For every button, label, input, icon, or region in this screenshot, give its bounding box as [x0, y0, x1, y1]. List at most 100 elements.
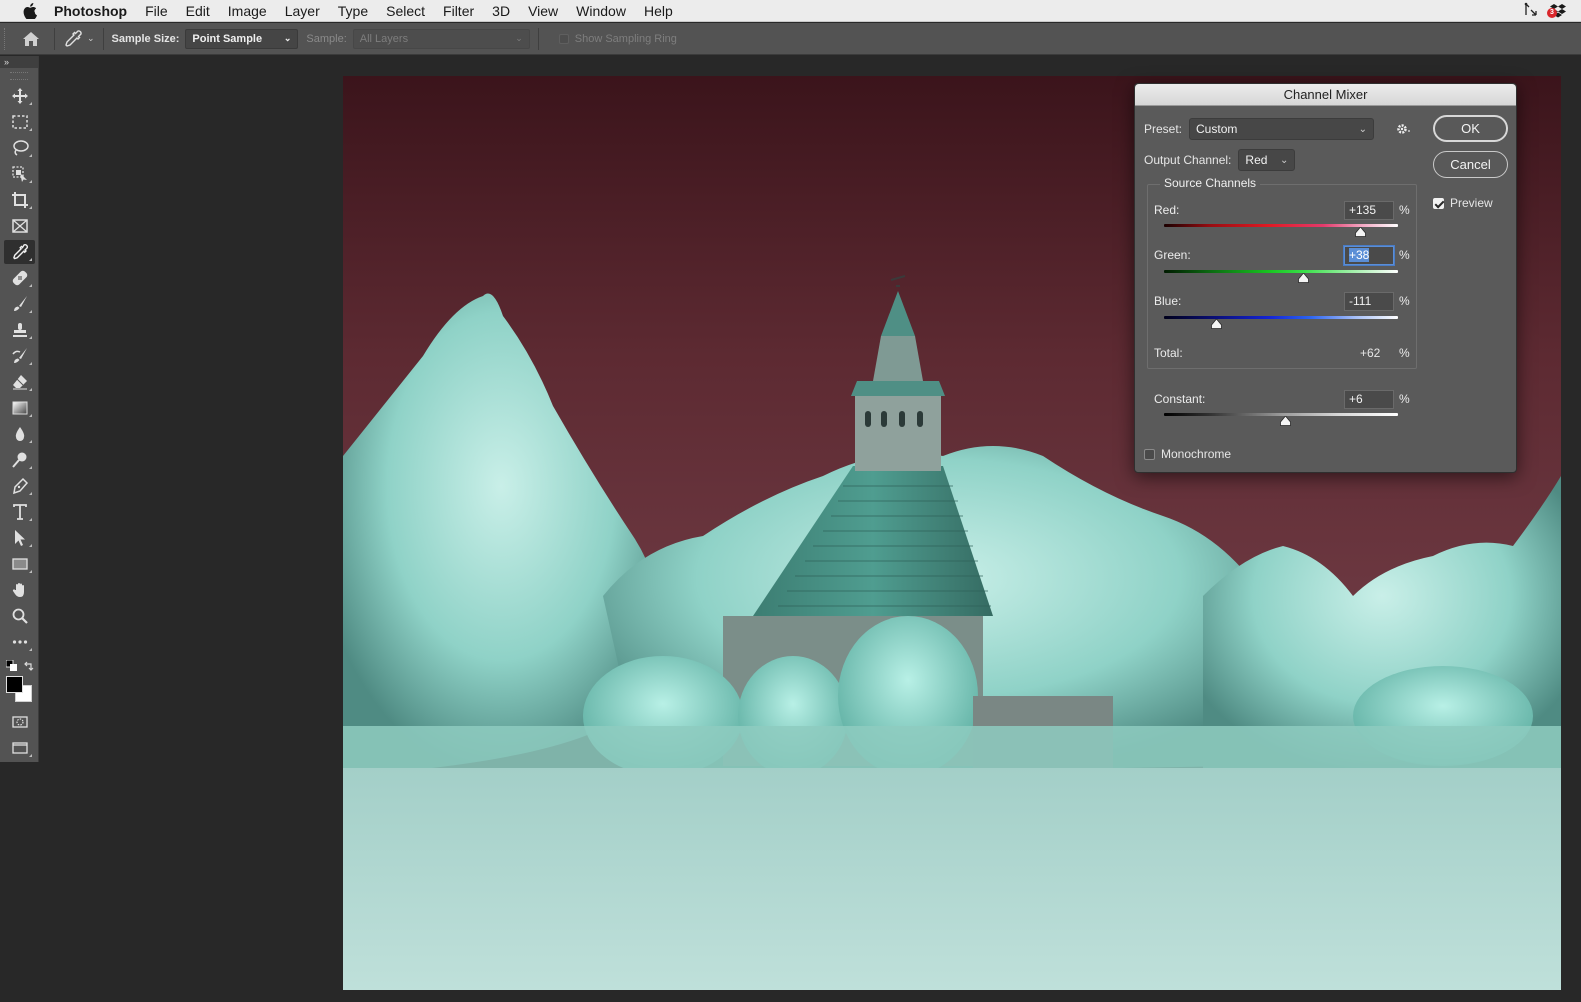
crop-tool[interactable]	[4, 188, 35, 212]
gradient-tool[interactable]	[4, 396, 35, 420]
hedge	[343, 726, 1561, 771]
brush-tool[interactable]	[4, 292, 35, 316]
lasso-tool[interactable]	[4, 136, 35, 160]
preview-label: Preview	[1450, 196, 1493, 210]
collapse-toolbar-button[interactable]: »	[0, 56, 38, 68]
red-slider-thumb[interactable]	[1355, 227, 1366, 237]
pen-tool[interactable]	[4, 474, 35, 498]
menu-bar: Photoshop File Edit Image Layer Type Sel…	[0, 0, 1581, 22]
eyedropper-tool[interactable]	[4, 240, 35, 264]
constant-slider-thumb[interactable]	[1279, 416, 1291, 426]
blur-tool[interactable]	[4, 422, 35, 446]
chapel-spire	[873, 336, 923, 381]
red-value-input[interactable]: +135	[1344, 201, 1394, 220]
options-bar: ⌄ Sample Size: Point Sample ⌄ Sample: Al…	[0, 23, 1581, 55]
menu-edit[interactable]: Edit	[177, 0, 219, 22]
constant-label: Constant:	[1154, 392, 1206, 406]
sample-select: All Layers ⌄	[352, 28, 530, 49]
hand-tool[interactable]	[4, 578, 35, 602]
blue-slider-thumb[interactable]	[1211, 319, 1222, 329]
foreground-color-swatch[interactable]	[6, 676, 23, 693]
menu-3d[interactable]: 3D	[483, 0, 519, 22]
type-icon	[12, 504, 27, 520]
object-selection-tool[interactable]	[4, 162, 35, 186]
source-channels-title: Source Channels	[1160, 176, 1261, 190]
eraser-icon	[12, 375, 27, 390]
dodge-icon	[11, 452, 26, 468]
monochrome-checkbox-box[interactable]	[1144, 448, 1155, 460]
chevron-down-icon: ⌄	[1358, 123, 1368, 135]
green-percent-label: %	[1399, 248, 1410, 262]
eraser-tool[interactable]	[4, 370, 35, 394]
default-colors-icon[interactable]	[6, 660, 18, 672]
dropbox-icon[interactable]: 3	[1547, 3, 1567, 19]
preset-options-gear-icon[interactable]	[1396, 123, 1412, 135]
lasso-icon	[12, 140, 29, 156]
preview-checkbox-box[interactable]	[1433, 197, 1444, 209]
menu-image[interactable]: Image	[219, 0, 276, 22]
menu-app-photoshop[interactable]: Photoshop	[54, 0, 136, 22]
quick-mask-button[interactable]	[4, 710, 35, 734]
history-brush-tool[interactable]	[4, 344, 35, 368]
menu-filter[interactable]: Filter	[434, 0, 483, 22]
toolbar-grip[interactable]	[10, 72, 28, 80]
frame-icon	[11, 219, 28, 233]
menu-help[interactable]: Help	[635, 0, 682, 22]
dialog-title[interactable]: Channel Mixer	[1135, 84, 1516, 106]
home-button[interactable]	[16, 27, 46, 51]
blue-percent-label: %	[1399, 294, 1410, 308]
green-slider-track[interactable]	[1164, 270, 1398, 273]
home-icon	[23, 31, 39, 46]
pen-tool-status-icon[interactable]	[1523, 2, 1539, 21]
type-tool[interactable]	[4, 500, 35, 524]
zoom-tool[interactable]	[4, 604, 35, 628]
quick-mask-icon	[11, 716, 28, 728]
apple-menu-icon[interactable]	[20, 2, 40, 19]
history-brush-icon	[11, 348, 27, 363]
monochrome-label: Monochrome	[1161, 447, 1232, 461]
options-bar-grip[interactable]	[4, 27, 8, 50]
menu-layer[interactable]: Layer	[276, 0, 329, 22]
monochrome-checkbox[interactable]: Monochrome	[1144, 447, 1231, 461]
move-tool[interactable]	[4, 84, 35, 108]
preset-label: Preset:	[1144, 122, 1183, 136]
output-channel-select[interactable]: Red ⌄	[1238, 149, 1296, 171]
green-slider-thumb[interactable]	[1298, 273, 1310, 283]
cancel-button[interactable]: Cancel	[1433, 151, 1508, 178]
constant-value-input[interactable]: +6	[1344, 390, 1394, 409]
blue-slider-track[interactable]	[1164, 316, 1398, 319]
rectangle-tool[interactable]	[4, 552, 35, 576]
checkbox-box	[558, 33, 569, 44]
dodge-tool[interactable]	[4, 448, 35, 472]
chevron-down-icon: ⌄	[283, 33, 292, 43]
menu-view[interactable]: View	[519, 0, 567, 22]
more-icon	[12, 640, 27, 644]
path-selection-tool[interactable]	[4, 526, 35, 550]
swap-colors-icon[interactable]	[23, 660, 35, 672]
magnifier-icon	[12, 608, 28, 624]
blue-value-input[interactable]: -111	[1344, 292, 1394, 311]
menu-file[interactable]: File	[136, 0, 177, 22]
menu-type[interactable]: Type	[329, 0, 377, 22]
preview-checkbox[interactable]: Preview	[1433, 196, 1493, 210]
tool-preset-picker[interactable]: ⌄	[63, 29, 95, 49]
sample-size-select[interactable]: Point Sample ⌄	[185, 28, 299, 49]
preset-select[interactable]: Custom ⌄	[1189, 118, 1375, 140]
healing-brush-tool[interactable]	[4, 266, 35, 290]
clone-stamp-tool[interactable]	[4, 318, 35, 342]
brush-icon	[13, 296, 27, 311]
red-percent-label: %	[1399, 203, 1410, 217]
screen-mode-icon	[11, 742, 28, 754]
green-value-input[interactable]: +38	[1344, 246, 1394, 265]
frame-tool[interactable]	[4, 214, 35, 238]
menu-select[interactable]: Select	[377, 0, 434, 22]
gradient-icon	[12, 401, 27, 415]
divider	[102, 27, 104, 50]
screen-mode-button[interactable]	[4, 736, 35, 760]
rectangular-marquee-tool[interactable]	[4, 110, 35, 134]
arrow-icon	[14, 530, 25, 546]
ok-button[interactable]: OK	[1433, 115, 1508, 142]
menu-window[interactable]: Window	[567, 0, 635, 22]
stamp-icon	[12, 323, 27, 337]
edit-toolbar-button[interactable]	[4, 630, 35, 654]
